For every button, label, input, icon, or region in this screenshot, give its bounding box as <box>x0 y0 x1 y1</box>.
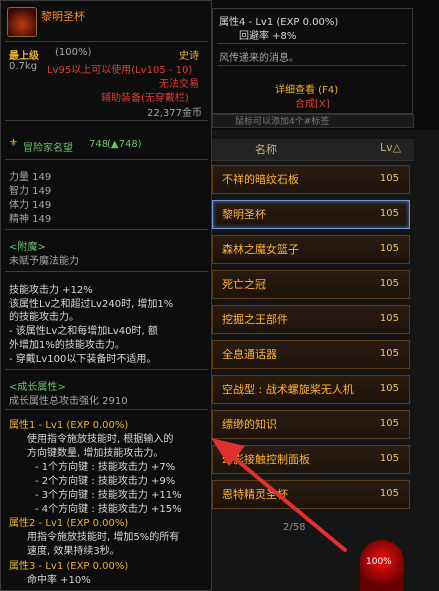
item-list-row[interactable]: 恩特精灵圣杯 105 <box>212 480 410 509</box>
item-list-row[interactable]: 挖掘之王部件 105 <box>212 305 410 334</box>
fame-value: 748 <box>89 139 109 150</box>
item-row-name: 挖掘之王部件 <box>222 312 288 326</box>
item-row-level: 105 <box>379 348 399 359</box>
attr4-value: 回避率 +8% <box>239 31 297 42</box>
skill-line-5: 外增加1%的技能攻击力。 <box>9 340 125 351</box>
attr2-line-2: 速度, 效果持续3秒。 <box>27 546 120 557</box>
attr1-line-2: 方向键数量, 增加技能攻击力。 <box>27 448 164 459</box>
stat-int: 智力 149 <box>9 186 52 197</box>
item-row-name: 幻影接触控制面板 <box>222 452 310 466</box>
item-row-level: 105 <box>379 453 399 464</box>
tag-search-bar[interactable]: 鼠标可以添加4个#标签 <box>212 114 414 128</box>
item-row-level: 105 <box>379 243 399 254</box>
attr1-line-3: - 1个方向键 : 技能攻击力 +7% <box>35 462 176 473</box>
compose-link[interactable]: 合成[X] <box>295 95 330 110</box>
skill-line-1: 技能攻击力 +12% <box>9 285 93 296</box>
item-list-row[interactable]: 不祥的暗纹石板 105 <box>212 165 410 194</box>
item-row-level: 105 <box>379 418 399 429</box>
level-requirement: Lv95以上可以使用(Lv105 - 10) <box>47 65 193 76</box>
item-price: 22,377金币 <box>147 108 202 119</box>
page-indicator: 2/58 <box>283 522 306 533</box>
item-row-name: 死亡之冠 <box>222 277 266 291</box>
attr2-line-1: 用指令施放技能时, 增加5%的所有 <box>27 532 180 543</box>
attr1-line-6: - 4个方向键 : 技能攻击力 +15% <box>35 504 182 515</box>
chalice-icon <box>7 7 37 37</box>
item-row-level: 105 <box>379 278 399 289</box>
column-header-name[interactable]: 名称 <box>255 141 295 157</box>
item-list-row[interactable]: 黎明圣杯 105 <box>212 200 410 229</box>
detail-view-link[interactable]: 详细查看 (F4) <box>275 81 338 96</box>
attr4-title: 属性4 - Lv1 (EXP 0.00%) <box>219 17 339 28</box>
rarity-label: 史诗 <box>179 51 199 62</box>
item-name: 黎明圣杯 <box>41 10 85 23</box>
item-row-name: 空战型 : 战术螺旋桨无人机 <box>222 382 354 396</box>
item-list-row[interactable]: 全息通话器 105 <box>212 340 410 369</box>
right-panel-strip <box>414 130 439 591</box>
grade-label: 最上级 <box>9 51 39 62</box>
item-list-row[interactable]: 空战型 : 战术螺旋桨无人机 105 <box>212 375 410 404</box>
item-row-name: 全息通话器 <box>222 347 277 361</box>
skill-line-4: - 该属性Lv之和每增加Lv40时, 额 <box>9 326 158 337</box>
stat-vit: 体力 149 <box>9 200 52 211</box>
stat-spi: 精神 149 <box>9 214 52 225</box>
item-list-row[interactable]: 缥缈的知识 105 <box>212 410 410 439</box>
attr1-line-1: 使用指令施放技能时, 根据输入的 <box>27 434 174 445</box>
item-row-name: 缥缈的知识 <box>222 417 277 431</box>
trade-restriction: 无法交易 <box>159 79 199 90</box>
attr2-title: 属性2 - Lv1 (EXP 0.00%) <box>9 518 129 529</box>
enchant-value: 未赋予魔法能力 <box>9 256 79 267</box>
item-tooltip: 黎明圣杯 最上级 (100%) 史诗 0.7kg Lv95以上可以使用(Lv10… <box>0 0 212 591</box>
item-row-name: 恩特精灵圣杯 <box>222 487 288 501</box>
item-list-row[interactable]: 森林之魔女篮子 105 <box>212 235 410 264</box>
item-row-level: 105 <box>379 208 399 219</box>
growth-total: 成长属性总攻击强化 2910 <box>9 396 128 407</box>
attr1-line-5: - 3个方向键 : 技能攻击力 +11% <box>35 490 182 501</box>
stat-str: 力量 149 <box>9 172 52 183</box>
attr1-line-4: - 2个方向键 : 技能攻击力 +9% <box>35 476 176 487</box>
hp-percent: 100% <box>366 557 392 567</box>
enchant-title: <附魔> <box>9 242 46 253</box>
flavor-text: 风传递来的消息。 <box>219 53 299 64</box>
item-list-row[interactable]: 死亡之冠 105 <box>212 270 410 299</box>
item-row-name: 黎明圣杯 <box>222 207 266 221</box>
skill-line-3: 的技能攻击力。 <box>9 312 79 323</box>
growth-title: <成长属性> <box>9 382 66 393</box>
column-header-level[interactable]: Lv△ <box>380 141 401 154</box>
item-row-level: 105 <box>379 313 399 324</box>
grade-percent: (100%) <box>55 47 92 58</box>
item-type: 辅助装备(无穿戴栏) <box>101 93 189 104</box>
item-row-level: 105 <box>379 173 399 184</box>
item-row-level: 105 <box>379 488 399 499</box>
fame-increase: (▲748) <box>107 139 142 150</box>
item-row-name: 不祥的暗纹石板 <box>222 172 299 186</box>
item-row-name: 森林之魔女篮子 <box>222 242 299 256</box>
item-row-level: 105 <box>379 383 399 394</box>
attr1-title: 属性1 - Lv1 (EXP 0.00%) <box>9 420 129 431</box>
fame-label: 冒险家名望 <box>23 143 73 154</box>
item-weight: 0.7kg <box>9 61 38 72</box>
tooltip-continued: 属性4 - Lv1 (EXP 0.00%) 回避率 +8% 风传递来的消息。 详… <box>212 8 413 114</box>
attr3-line-1: 命中率 +10% <box>27 575 91 586</box>
attr3-title: 属性3 - Lv1 (EXP 0.00%) <box>9 561 129 572</box>
item-list-row[interactable]: 幻影接触控制面板 105 <box>212 445 410 474</box>
skill-line-6: - 穿戴Lv100以下装备时不适用。 <box>9 354 157 365</box>
fame-icon: ⚜ <box>9 138 18 149</box>
